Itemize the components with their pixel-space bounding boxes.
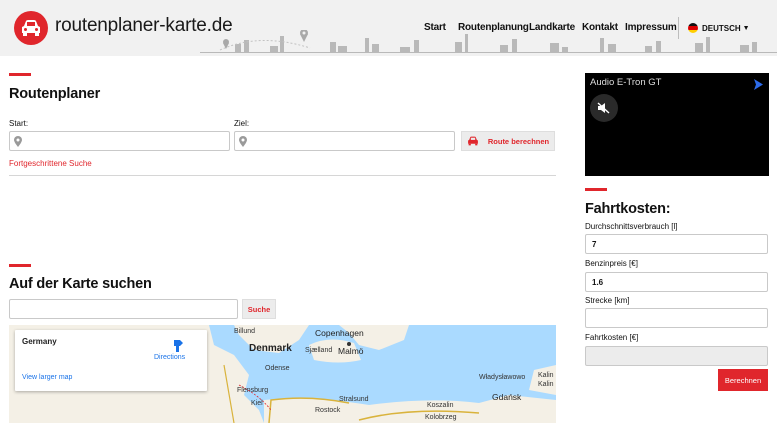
ziel-input[interactable] [234, 131, 455, 151]
map-place-rostock: Rostock [315, 407, 341, 414]
nav-start[interactable]: Start [424, 22, 446, 33]
kosten-output [585, 346, 768, 366]
verbrauch-label: Durchschnittsverbrauch [l] [585, 222, 678, 231]
view-larger-map-link[interactable]: View larger map [22, 374, 72, 381]
routenplaner-title: Routenplaner [9, 86, 101, 102]
nav-kontakt[interactable]: Kontakt [582, 22, 618, 33]
karte-title: Auf der Karte suchen [9, 276, 152, 292]
section-accent [585, 188, 607, 191]
embedded-map[interactable]: Billund Copenhagen Denmark Sjælland Malm… [9, 325, 556, 423]
map-place-gdansk: Gdańsk [492, 392, 522, 402]
start-input[interactable] [9, 131, 230, 151]
directions-link[interactable]: Directions [154, 354, 185, 361]
logo-car-icon[interactable] [14, 11, 48, 45]
strecke-input[interactable] [585, 308, 768, 328]
preis-input[interactable]: 1.6 [585, 272, 768, 292]
map-place-billund: Billund [234, 328, 256, 335]
map-pin-icon [14, 136, 22, 147]
section-accent [9, 73, 31, 76]
video-player[interactable]: Audio E-Tron GT [585, 73, 769, 176]
map-place-partial: Kalin [538, 381, 554, 388]
play-icon[interactable] [753, 79, 763, 90]
berechnen-button[interactable]: Berechnen [718, 369, 768, 391]
map-search-button[interactable]: Suche [242, 299, 276, 319]
site-name[interactable]: routenplaner-karte.de [55, 15, 233, 37]
chevron-down-icon: ▼ [742, 24, 750, 32]
map-place-kiel: Kiel [251, 400, 263, 407]
route-berechnen-button[interactable]: Route berechnen [461, 131, 555, 151]
map-place-stralsund: Stralsund [339, 396, 369, 403]
preis-label: Benzinpreis [€] [585, 259, 638, 268]
map-place-denmark: Denmark [249, 343, 292, 354]
skyline-illustration [200, 30, 777, 53]
language-label: DEUTSCH [702, 23, 741, 33]
map-place-copenhagen: Copenhagen [315, 328, 364, 338]
map-card-title: Germany [22, 337, 57, 346]
section-divider [9, 175, 556, 176]
route-berechnen-label: Route berechnen [487, 136, 550, 146]
advanced-search-link[interactable]: Fortgeschrittene Suche [9, 159, 92, 168]
map-search-input[interactable] [9, 299, 238, 319]
map-place-wladyslawowo: Władysławowo [479, 374, 526, 381]
map-info-card: Germany Directions View larger map [15, 330, 207, 391]
mute-icon [597, 102, 610, 114]
verbrauch-input[interactable]: 7 [585, 234, 768, 254]
nav-routenplanung[interactable]: Routenplanung [458, 22, 529, 33]
map-place-kolobrzeg: Kolobrzeg [425, 414, 457, 421]
video-title: Audio E-Tron GT [590, 77, 662, 88]
fahrtkosten-title: Fahrtkosten: [585, 201, 671, 217]
map-place-odense: Odense [265, 365, 290, 372]
map-place-malmo: Malmö [338, 346, 364, 356]
ziel-label: Ziel: [234, 119, 250, 128]
kosten-label: Fahrtkosten [€] [585, 333, 639, 342]
nav-landkarte[interactable]: Landkarte [529, 22, 575, 33]
map-pin-icon [239, 136, 247, 147]
language-selector[interactable]: DEUTSCH ▼ [688, 23, 750, 33]
flag-de-icon [688, 23, 698, 33]
strecke-label: Strecke [km] [585, 296, 630, 305]
nav-divider [678, 17, 679, 39]
directions-icon[interactable] [172, 339, 184, 352]
map-place-koszalin: Koszalin [427, 402, 454, 409]
nav-impressum[interactable]: Impressum [625, 22, 677, 33]
map-place-partial: Kalin [538, 372, 554, 379]
start-label: Start: [9, 119, 29, 128]
site-header: routenplaner-karte.de Start Routenplanun… [0, 0, 777, 56]
map-place-flensburg: Flensburg [237, 387, 269, 394]
mute-button[interactable] [590, 94, 618, 122]
map-place-sjaelland: Sjælland [305, 347, 333, 354]
car-icon [467, 136, 478, 146]
section-accent [9, 264, 31, 267]
